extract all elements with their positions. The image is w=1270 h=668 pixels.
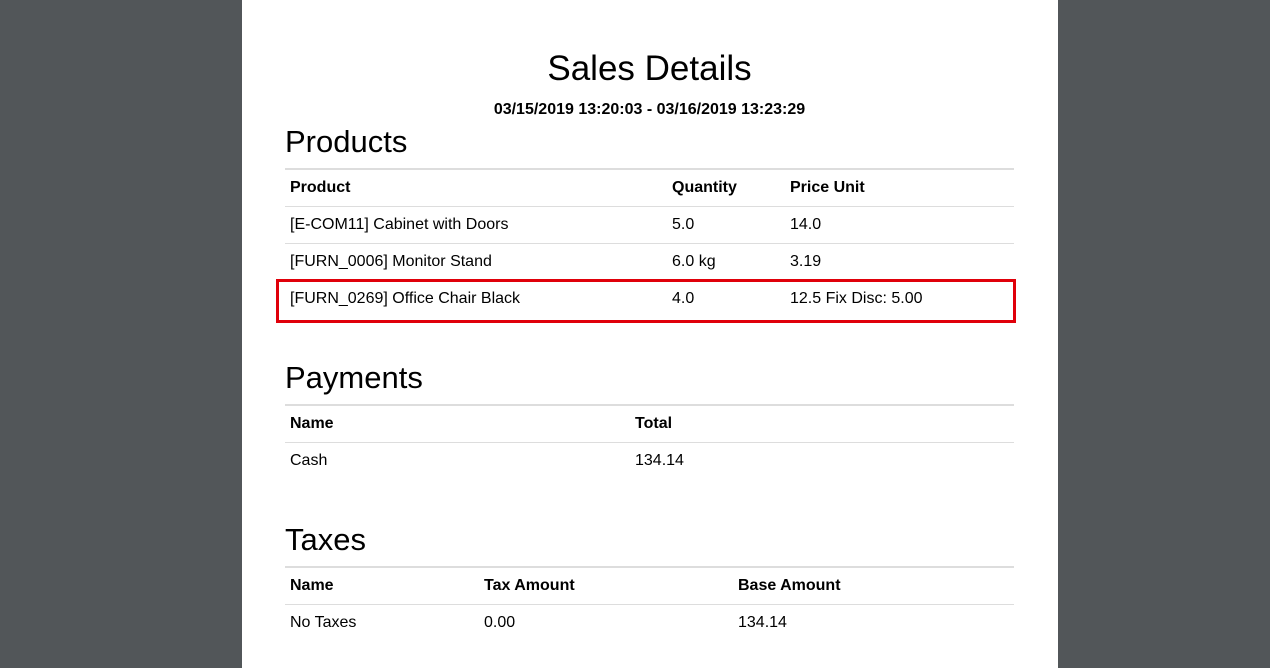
column-header-quantity: Quantity <box>667 168 785 207</box>
product-quantity: 5.0 <box>672 216 695 233</box>
payment-name: Cash <box>290 452 328 469</box>
product-name: [E-COM11] Cabinet with Doors <box>290 216 509 233</box>
payments-table: Name Total Cash 134.14 <box>285 404 1014 479</box>
taxes-table: Name Tax Amount Base Amount No Taxes 0.0… <box>285 566 1014 641</box>
taxes-header-row: Name Tax Amount Base Amount <box>285 566 1014 605</box>
table-row: [FURN_0006] Monitor Stand 6.0 kg 3.19 <box>285 243 1014 281</box>
product-name: [FURN_0006] Monitor Stand <box>285 243 667 281</box>
products-header-row: Product Quantity Price Unit <box>285 168 1014 207</box>
product-price-unit: 3.19 <box>785 243 1014 281</box>
table-row: No Taxes 0.00 134.14 <box>285 605 1014 642</box>
report-title: Sales Details <box>547 49 752 88</box>
table-row: [E-COM11] Cabinet with Doors 5.0 14.0 <box>285 207 1014 244</box>
product-price-unit: 14.0 <box>790 216 822 233</box>
product-quantity: 4.0 <box>667 280 785 317</box>
payments-heading: Payments <box>285 360 423 395</box>
product-price-unit: 12.5 Fix Disc: 5.00 <box>785 280 1014 317</box>
tax-name: No Taxes <box>290 614 357 631</box>
products-heading: Products <box>285 124 408 159</box>
column-header-total: Total <box>630 404 1014 443</box>
date-range: 03/15/2019 13:20:03 - 03/16/2019 13:23:2… <box>493 101 806 118</box>
column-header-name: Name <box>285 404 630 443</box>
column-header-name: Name <box>285 566 479 605</box>
taxes-heading: Taxes <box>285 522 366 557</box>
column-header-product: Product <box>285 168 667 207</box>
tax-base-amount: 134.14 <box>738 614 787 631</box>
product-quantity: 6.0 kg <box>667 243 785 281</box>
product-name: [FURN_0269] Office Chair Black <box>285 280 667 317</box>
payment-total: 134.14 <box>635 452 684 469</box>
table-row: [FURN_0269] Office Chair Black 4.0 12.5 … <box>285 280 1014 317</box>
report-page: Sales Details 03/15/2019 13:20:03 - 03/1… <box>242 0 1058 668</box>
column-header-tax-amount: Tax Amount <box>479 566 733 605</box>
column-header-price-unit: Price Unit <box>785 168 1014 207</box>
tax-amount: 0.00 <box>484 614 516 631</box>
payments-header-row: Name Total <box>285 404 1014 443</box>
products-table: Product Quantity Price Unit [E-COM11] Ca… <box>285 168 1014 317</box>
table-row: Cash 134.14 <box>285 443 1014 480</box>
column-header-base-amount: Base Amount <box>733 566 1014 605</box>
